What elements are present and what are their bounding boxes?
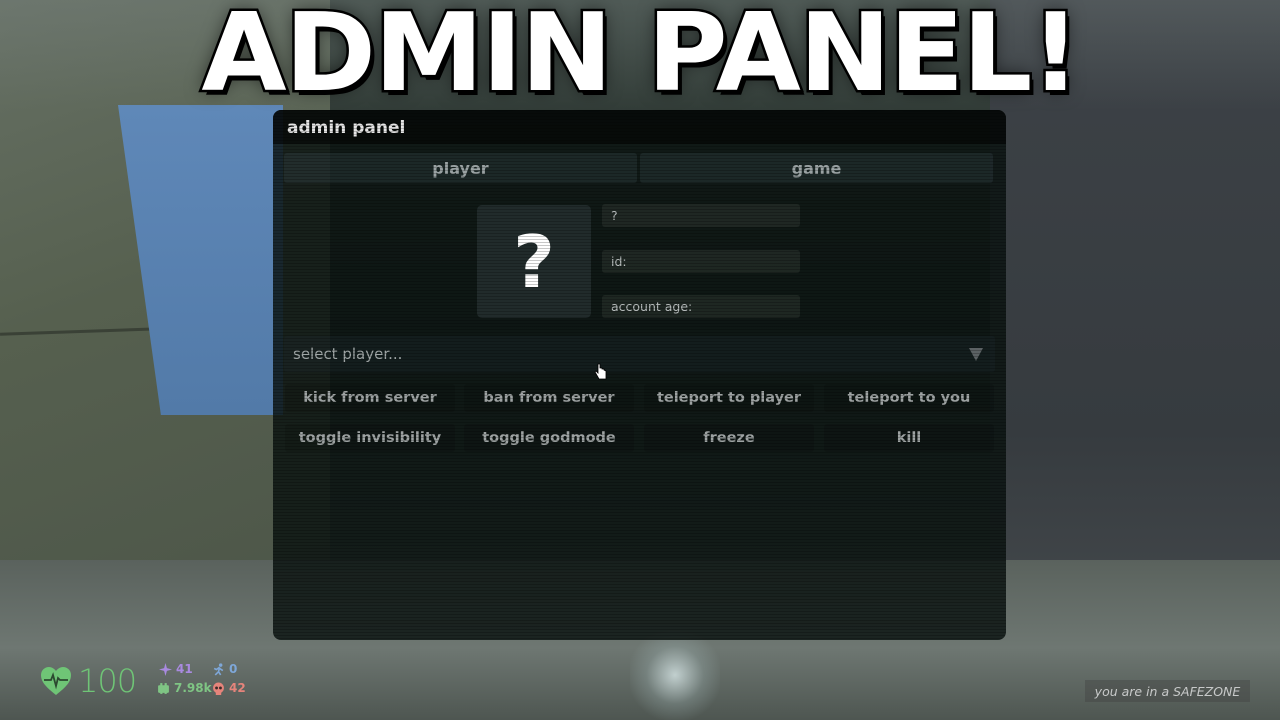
player-name-field: ?: [602, 204, 800, 227]
health-display: 100: [40, 662, 137, 700]
ban-from-server-button[interactable]: ban from server: [464, 384, 634, 412]
player-id-field: id:: [602, 250, 800, 273]
kills-value: 42: [229, 681, 246, 695]
admin-panel-window: admin panel player game ? ? id: account …: [273, 110, 1006, 640]
heart-pulse-icon: [41, 667, 71, 695]
floor-light: [630, 630, 720, 720]
running-person-icon: [213, 662, 224, 675]
account-age-field: account age:: [602, 295, 800, 318]
tab-player[interactable]: player: [284, 153, 637, 183]
question-mark-icon: ?: [513, 219, 555, 304]
stat-sparkle: 41: [159, 662, 193, 676]
freeze-button[interactable]: freeze: [644, 424, 814, 452]
health-value: 100: [78, 662, 137, 700]
toggle-invisibility-button[interactable]: toggle invisibility: [285, 424, 455, 452]
player-avatar: ?: [477, 205, 591, 318]
sparkle-value: 41: [176, 662, 193, 676]
speed-value: 0: [229, 662, 238, 676]
teleport-to-you-button[interactable]: teleport to you: [824, 384, 994, 412]
player-stats: 41 0 7.98k 42: [157, 662, 267, 698]
dropdown-arrow-icon[interactable]: [969, 348, 983, 361]
select-player-placeholder: select player...: [293, 345, 403, 363]
panel-title: admin panel: [287, 118, 406, 138]
stat-money: 7.98k: [157, 681, 212, 695]
tab-game[interactable]: game: [640, 153, 993, 183]
money-value: 7.98k: [174, 681, 212, 695]
safezone-status: you are in a SAFEZONE: [1085, 680, 1250, 702]
toggle-godmode-button[interactable]: toggle godmode: [464, 424, 634, 452]
teleport-to-player-button[interactable]: teleport to player: [644, 384, 814, 412]
player-select-dropdown[interactable]: select player...: [284, 336, 995, 372]
hand-cursor-icon: [594, 363, 607, 380]
thumbnail-headline: ADMIN PANEL!: [199, 0, 1083, 116]
kick-from-server-button[interactable]: kick from server: [285, 384, 455, 412]
skull-icon: [213, 682, 224, 695]
kill-button[interactable]: kill: [824, 424, 994, 452]
stat-kills: 42: [212, 681, 246, 695]
money-icon: [158, 682, 169, 694]
stat-speed: 0: [212, 662, 237, 676]
sparkle-icon: [159, 662, 172, 676]
